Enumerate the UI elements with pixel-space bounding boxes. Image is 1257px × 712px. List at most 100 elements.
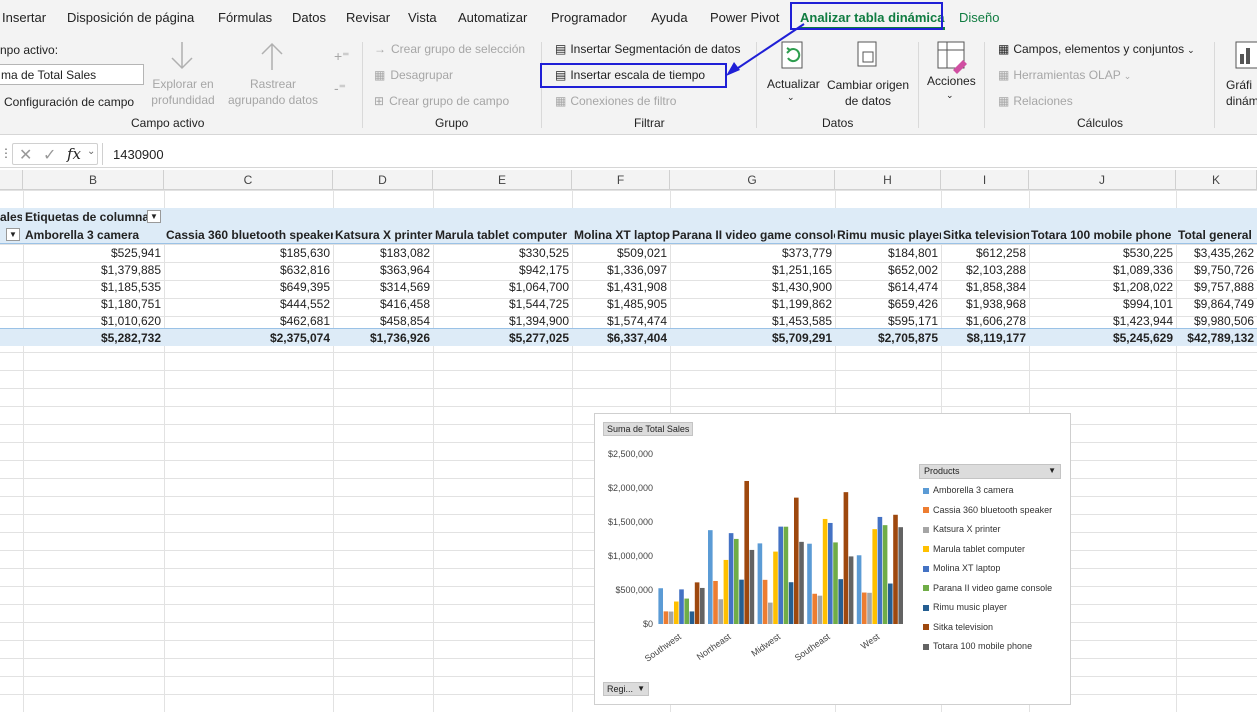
active-field-input[interactable]: ma de Total Sales (0, 64, 144, 85)
pivot-cell[interactable]: $614,474 (835, 278, 941, 296)
create-selection-group-button[interactable]: → Crear grupo de selección (374, 42, 525, 56)
pivot-cell[interactable]: $1,089,336 (1029, 261, 1176, 279)
pivot-cell[interactable]: $1,379,885 (23, 261, 164, 279)
tab-vista[interactable]: Vista (408, 10, 437, 25)
pivot-cell[interactable]: $994,101 (1029, 295, 1176, 313)
pivot-cell[interactable]: $659,426 (835, 295, 941, 313)
pivot-cell[interactable]: $1,485,905 (572, 295, 670, 313)
pivot-cell[interactable]: $363,964 (333, 261, 433, 279)
column-header[interactable]: F (572, 170, 670, 190)
pivot-total-cell[interactable]: $8,119,177 (941, 329, 1029, 347)
drill-up-button[interactable]: Rastrear agrupando datos (220, 76, 326, 108)
pivot-cell[interactable]: $185,630 (164, 244, 333, 262)
pivot-cell[interactable]: $1,185,535 (23, 278, 164, 296)
pivot-total-cell[interactable]: $6,337,404 (572, 329, 670, 347)
pivot-chart-button[interactable]: Gráfi dinám (1226, 77, 1257, 109)
pivot-cell[interactable]: $632,816 (164, 261, 333, 279)
enter-icon[interactable]: ✓ (43, 145, 56, 165)
pivot-cell[interactable]: $652,002 (835, 261, 941, 279)
drill-down-button[interactable]: Explorar en profundidad (150, 76, 216, 108)
pivot-cell[interactable]: $3,435,262 (1176, 244, 1257, 262)
column-header[interactable]: H (835, 170, 941, 190)
pivot-cell[interactable]: $9,750,726 (1176, 261, 1257, 279)
tab-datos[interactable]: Datos (292, 10, 326, 25)
pivot-cell[interactable]: $444,552 (164, 295, 333, 313)
tab-formulas[interactable]: Fórmulas (218, 10, 272, 25)
tab-ayuda[interactable]: Ayuda (651, 10, 688, 25)
pivot-cell[interactable]: $509,021 (572, 244, 670, 262)
pivot-chart[interactable]: Suma de Total Sales $2,500,000 $2,000,000… (594, 413, 1071, 705)
cancel-icon[interactable]: ✕ (19, 145, 32, 165)
column-header[interactable]: I (941, 170, 1029, 190)
pivot-cell[interactable]: $9,864,749 (1176, 295, 1257, 313)
tab-disposicion[interactable]: Disposición de página (67, 10, 194, 25)
expand-field-icon[interactable]: +⁼ (334, 48, 350, 65)
column-header[interactable]: D (333, 170, 433, 190)
pivot-cell[interactable]: $525,941 (23, 244, 164, 262)
pivot-total-cell[interactable]: $1,736,926 (333, 329, 433, 347)
pivot-grand-total-row: $5,282,732 $2,375,074 $1,736,926 $5,277,025… (0, 328, 1257, 346)
pivot-cell[interactable]: $1,431,908 (572, 278, 670, 296)
olap-tools-button[interactable]: ▦ Herramientas OLAP ⌄ (998, 68, 1131, 82)
pivot-cell[interactable]: $416,458 (333, 295, 433, 313)
pivot-cell[interactable]: $1,938,968 (941, 295, 1029, 313)
pivot-total-cell[interactable]: $2,375,074 (164, 329, 333, 347)
pivot-cell[interactable]: $1,199,862 (670, 295, 835, 313)
column-header[interactable]: C (164, 170, 333, 190)
pivot-cell[interactable]: $649,395 (164, 278, 333, 296)
pivot-cell[interactable]: $2,103,288 (941, 261, 1029, 279)
fields-items-sets-button[interactable]: ▦ Campos, elementos y conjuntos ⌄ (998, 42, 1195, 56)
insert-function-icon[interactable]: fx (67, 145, 81, 163)
tab-automatizar[interactable]: Automatizar (458, 10, 527, 25)
pivot-cell[interactable]: $9,757,888 (1176, 278, 1257, 296)
tab-revisar[interactable]: Revisar (346, 10, 390, 25)
pivot-cell[interactable]: $530,225 (1029, 244, 1176, 262)
pivot-cell[interactable]: $1,251,165 (670, 261, 835, 279)
insert-slicer-button[interactable]: ▤ Insertar Segmentación de datos (555, 42, 740, 56)
pivot-total-cell[interactable]: $2,705,875 (835, 329, 941, 347)
pivot-cell[interactable]: $330,525 (433, 244, 572, 262)
column-header[interactable]: G (670, 170, 835, 190)
filter-connections-button[interactable]: ▦ Conexiones de filtro (555, 94, 676, 108)
pivot-cell[interactable]: $1,064,700 (433, 278, 572, 296)
field-settings-button[interactable]: Configuración de campo (4, 95, 134, 109)
pivot-cell[interactable]: $1,180,751 (23, 295, 164, 313)
ungroup-button[interactable]: ▦ Desagrupar (374, 68, 453, 82)
chevron-down-icon[interactable]: ⌄ (787, 92, 795, 103)
tab-diseno[interactable]: Diseño (959, 10, 999, 25)
pivot-total-cell[interactable]: $5,709,291 (670, 329, 835, 347)
pivot-cell[interactable]: $314,569 (333, 278, 433, 296)
pivot-cell[interactable]: $373,779 (670, 244, 835, 262)
column-header[interactable]: B (23, 170, 164, 190)
tab-programador[interactable]: Programador (551, 10, 627, 25)
pivot-total-cell[interactable]: $5,245,629 (1029, 329, 1176, 347)
pivot-total-cell[interactable]: $42,789,132 (1176, 329, 1257, 347)
column-header[interactable]: K (1176, 170, 1257, 190)
chevron-down-icon[interactable]: ⌄ (946, 90, 954, 101)
axis-field-button[interactable]: Regi... ▼ (603, 682, 649, 696)
pivot-cell[interactable]: $1,430,900 (670, 278, 835, 296)
formula-input[interactable]: 1430900 (113, 147, 164, 162)
tab-insertar[interactable]: Insertar (2, 10, 46, 25)
pivot-cell[interactable]: $1,208,022 (1029, 278, 1176, 296)
pivot-total-cell[interactable]: $5,282,732 (23, 329, 164, 347)
pivot-cell[interactable]: $1,858,384 (941, 278, 1029, 296)
row-filter-icon[interactable]: ▼ (6, 228, 20, 241)
actions-button[interactable]: Acciones (927, 74, 976, 88)
change-data-source-button[interactable]: Cambiar origen de datos (826, 77, 910, 109)
pivot-cell[interactable]: $1,336,097 (572, 261, 670, 279)
pivot-total-cell[interactable]: $5,277,025 (433, 329, 572, 347)
pivot-cell[interactable]: $612,258 (941, 244, 1029, 262)
column-header[interactable]: J (1029, 170, 1176, 190)
collapse-field-icon[interactable]: -⁼ (334, 80, 346, 97)
column-header[interactable]: E (433, 170, 572, 190)
pivot-cell[interactable]: $942,175 (433, 261, 572, 279)
pivot-cell[interactable]: $183,082 (333, 244, 433, 262)
chevron-down-icon[interactable]: ⌄ (87, 146, 95, 157)
pivot-cell[interactable]: $1,544,725 (433, 295, 572, 313)
relationships-button[interactable]: ▦ Relaciones (998, 94, 1073, 108)
filter-dropdown-icon[interactable]: ▼ (147, 210, 161, 223)
legend-field-button[interactable]: Products ▼ (919, 464, 1061, 479)
create-field-group-button[interactable]: ⊞ Crear grupo de campo (374, 94, 509, 108)
pivot-cell[interactable]: $184,801 (835, 244, 941, 262)
